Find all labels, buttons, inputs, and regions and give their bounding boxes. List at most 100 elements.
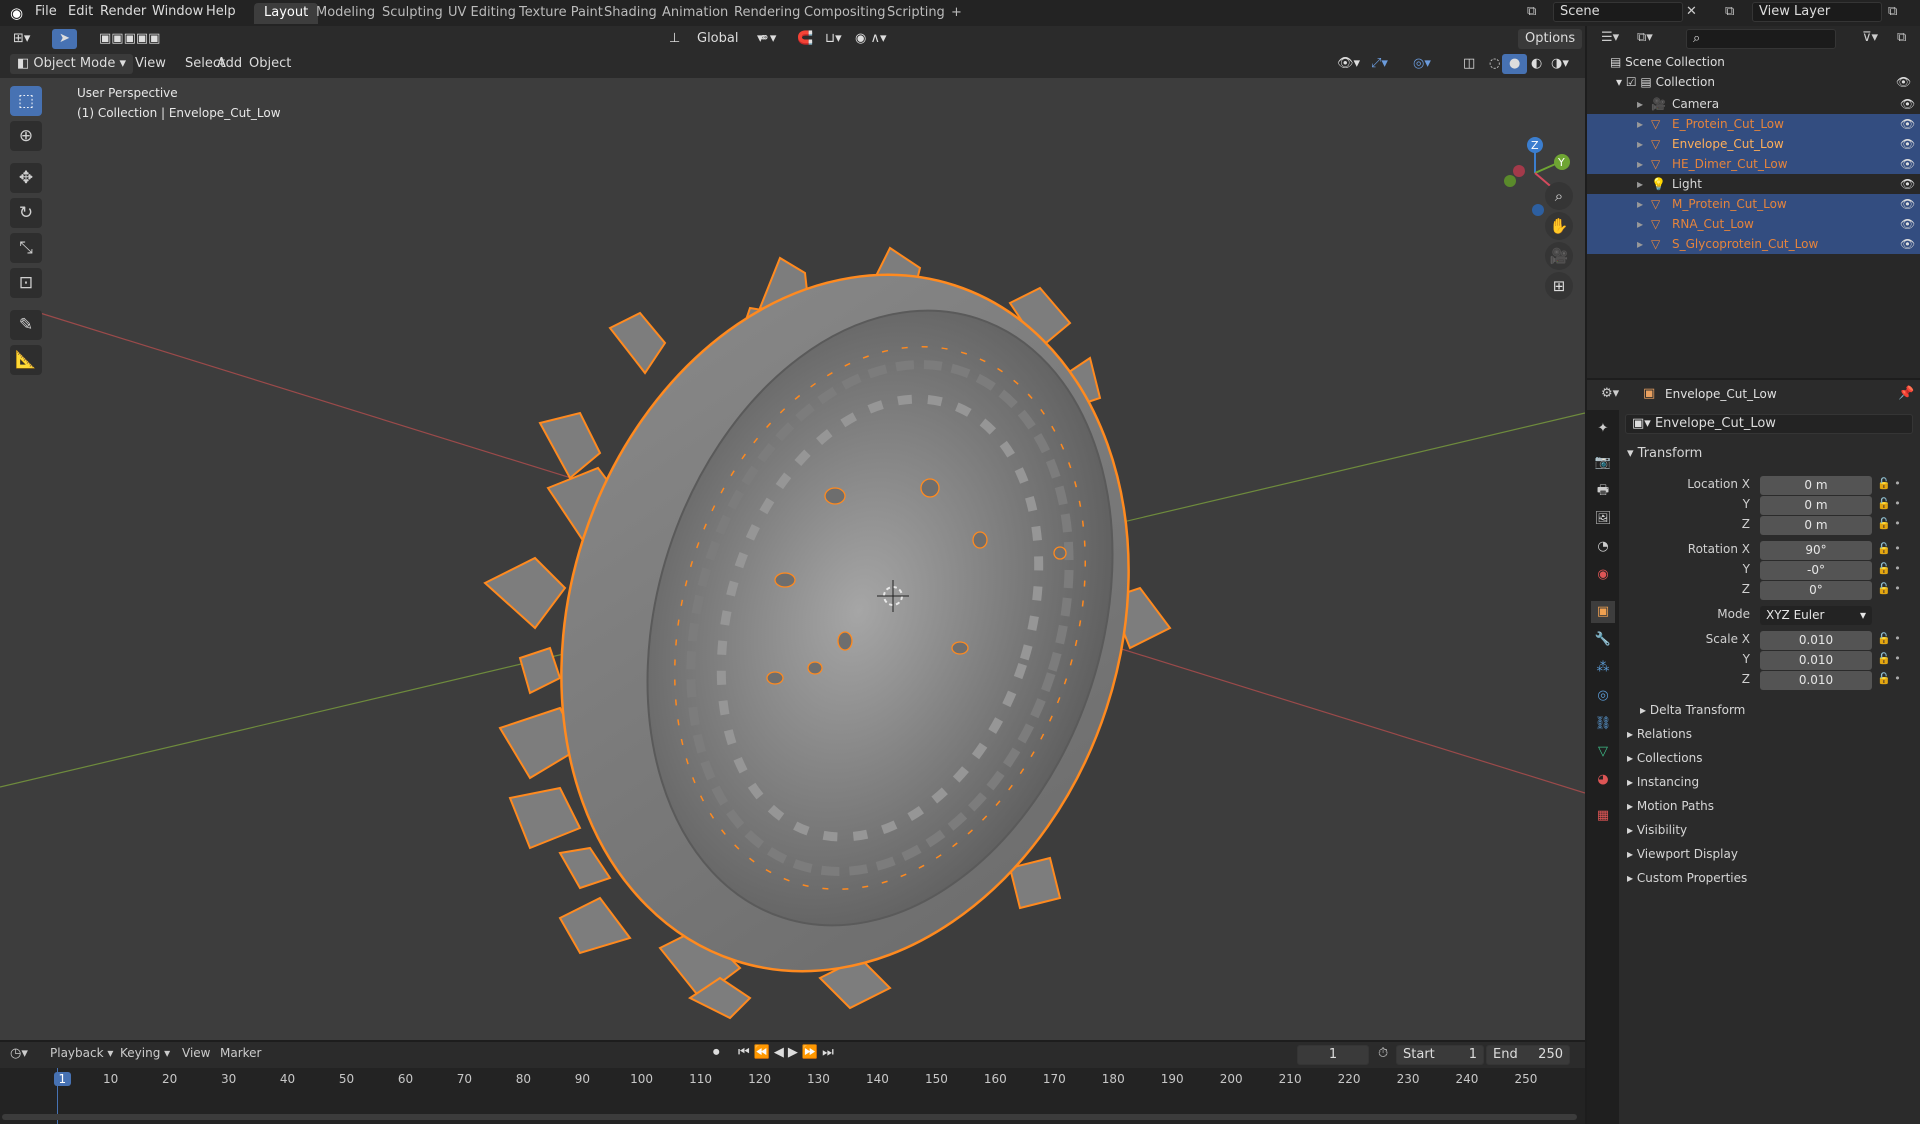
scene-canvas[interactable]: Z Y X: [0, 78, 1585, 1040]
location-x-field[interactable]: 0 m: [1760, 476, 1872, 495]
tab-render-icon[interactable]: 📷: [1591, 452, 1615, 474]
menu-help[interactable]: Help: [206, 4, 236, 19]
scene-field[interactable]: Scene: [1553, 2, 1683, 22]
outliner-row[interactable]: ▸ ▽ HE_Dimer_Cut_Low 👁: [1587, 154, 1920, 174]
preview-range-icon[interactable]: ⏱: [1378, 1046, 1388, 1061]
rotation-mode-dropdown[interactable]: XYZ Euler ▾: [1760, 606, 1872, 625]
menu-window[interactable]: Window: [152, 4, 203, 19]
expand-arrow-icon[interactable]: ▸: [1637, 137, 1643, 151]
lock-icon[interactable]: 🔓 •: [1877, 672, 1901, 685]
menu-edit[interactable]: Edit: [68, 4, 93, 19]
properties-editor-icon[interactable]: ⚙▾: [1601, 386, 1619, 401]
outliner-row[interactable]: ▸ ▽ RNA_Cut_Low 👁: [1587, 214, 1920, 234]
scale-z-field[interactable]: 0.010: [1760, 671, 1872, 690]
rotation-x-field[interactable]: 90°: [1760, 541, 1872, 560]
tool-measure-icon[interactable]: 📐: [10, 345, 42, 375]
menu-object[interactable]: Object: [242, 54, 298, 74]
tool-annotate-icon[interactable]: ✎: [10, 310, 42, 340]
visibility-eye-icon[interactable]: 👁: [1900, 237, 1915, 251]
display-mode-icon[interactable]: ⧉▾: [1637, 30, 1653, 45]
menu-file[interactable]: File: [35, 4, 57, 19]
lock-icon[interactable]: 🔓 •: [1877, 477, 1901, 490]
camera-view-icon[interactable]: 🎥: [1545, 242, 1573, 270]
rotation-y-field[interactable]: -0°: [1760, 561, 1872, 580]
outliner-row[interactable]: ▸ ▽ Envelope_Cut_Low 👁: [1587, 134, 1920, 154]
menu-view[interactable]: View: [128, 54, 173, 74]
expand-arrow-icon[interactable]: ▸: [1637, 157, 1643, 171]
tab-texture-icon[interactable]: ▦: [1591, 805, 1615, 827]
start-frame-field[interactable]: Start 1: [1396, 1045, 1484, 1065]
location-y-field[interactable]: 0 m: [1760, 496, 1872, 515]
property-panel-header[interactable]: ▸ Visibility: [1627, 823, 1687, 837]
pan-hand-icon[interactable]: ✋: [1545, 212, 1573, 240]
options-dropdown[interactable]: Options: [1518, 29, 1583, 49]
snap-icon[interactable]: 🧲: [790, 29, 820, 49]
menu-timeline-view[interactable]: View: [182, 1046, 210, 1060]
timeline-scrollbar[interactable]: [2, 1114, 1577, 1120]
tool-scale-icon[interactable]: ⤡: [10, 233, 42, 263]
tool-move-icon[interactable]: ✥: [10, 163, 42, 193]
orientation-icon[interactable]: ⊥: [662, 29, 687, 49]
lock-icon[interactable]: 🔓 •: [1877, 562, 1901, 575]
tab-tool-icon[interactable]: ✦: [1591, 418, 1615, 440]
mode-dropdown[interactable]: ◧ Object Mode ▾: [10, 54, 133, 74]
view-layer-browse-icon[interactable]: ⧉: [1725, 4, 1734, 19]
outliner-row[interactable]: ▸ 💡 Light 👁: [1587, 174, 1920, 194]
visibility-eye-icon[interactable]: 👁: [1900, 177, 1915, 191]
expand-arrow-icon[interactable]: ▸: [1637, 97, 1643, 111]
property-panel-header[interactable]: ▸ Viewport Display: [1627, 847, 1738, 861]
tool-select-box-icon[interactable]: ⬚: [10, 86, 42, 116]
scene-close-icon[interactable]: ✕: [1686, 4, 1697, 19]
view-layer-new-icon[interactable]: ⧉: [1888, 4, 1897, 19]
tab-constraints-icon[interactable]: ⛓: [1591, 713, 1615, 735]
playback-controls-icon[interactable]: ⏮⏪◀▶⏩⏭: [738, 1045, 838, 1060]
xray-icon[interactable]: ◫: [1456, 54, 1482, 74]
visibility-eye-icon[interactable]: 👁: [1900, 157, 1915, 171]
lock-icon[interactable]: 🔓 •: [1877, 497, 1901, 510]
visibility-eye-icon[interactable]: 👁: [1900, 137, 1915, 151]
pivot-point-icon[interactable]: ⚭▾: [752, 29, 783, 49]
orientation-dropdown[interactable]: Global: [690, 29, 745, 49]
collection-row[interactable]: ▾ ☑ ▤ Collection: [1616, 75, 1715, 89]
visibility-icon[interactable]: 👁▾: [1330, 54, 1367, 74]
proportional-edit-icon[interactable]: ◉ ∧▾: [848, 29, 894, 49]
rotation-z-field[interactable]: 0°: [1760, 581, 1872, 600]
pin-icon[interactable]: 📌: [1898, 386, 1914, 401]
property-panel-header[interactable]: ▸ Instancing: [1627, 775, 1699, 789]
selection-mode-icons[interactable]: ▣▣▣▣▣: [92, 29, 167, 49]
scale-x-field[interactable]: 0.010: [1760, 631, 1872, 650]
tab-physics-icon[interactable]: ◎: [1591, 685, 1615, 707]
expand-arrow-icon[interactable]: ▸: [1637, 197, 1643, 211]
current-frame-field[interactable]: 1: [1297, 1045, 1369, 1065]
expand-arrow-icon[interactable]: ▸: [1637, 177, 1643, 191]
transform-panel-header[interactable]: ▾ Transform: [1627, 446, 1702, 461]
view-layer-field[interactable]: View Layer: [1752, 2, 1882, 22]
property-panel-header[interactable]: ▸ Motion Paths: [1627, 799, 1714, 813]
tool-rotate-icon[interactable]: ↻: [10, 198, 42, 228]
delta-transform-header[interactable]: ▸ Delta Transform: [1640, 703, 1745, 717]
menu-playback[interactable]: Playback ▾: [50, 1046, 113, 1060]
add-workspace-button[interactable]: +: [941, 3, 972, 24]
gizmo-toggle-icon[interactable]: ⤢▾: [1364, 54, 1395, 74]
tab-data-icon[interactable]: ▽: [1591, 741, 1615, 763]
outliner-row[interactable]: ▸ ▽ M_Protein_Cut_Low 👁: [1587, 194, 1920, 214]
outliner-editor-icon[interactable]: ☰▾: [1601, 30, 1619, 45]
timeline-editor-icon[interactable]: ◷▾: [10, 1046, 28, 1061]
zoom-icon[interactable]: ⌕: [1545, 182, 1573, 210]
lock-icon[interactable]: 🔓 •: [1877, 582, 1901, 595]
visibility-eye-icon[interactable]: 👁: [1900, 197, 1915, 211]
select-tool-icon[interactable]: ➤: [52, 29, 77, 49]
property-panel-header[interactable]: ▸ Collections: [1627, 751, 1702, 765]
current-frame-marker[interactable]: 1: [53, 1072, 72, 1086]
shading-rendered-icon[interactable]: ◑▾: [1544, 54, 1576, 74]
overlay-toggle-icon[interactable]: ◎▾: [1406, 54, 1438, 74]
new-collection-icon[interactable]: ⧉: [1897, 30, 1906, 45]
lock-icon[interactable]: 🔓 •: [1877, 632, 1901, 645]
location-z-field[interactable]: 0 m: [1760, 516, 1872, 535]
record-icon[interactable]: ⏺: [713, 1045, 720, 1060]
outliner-row[interactable]: ▸ 🎥 Camera 👁: [1587, 94, 1920, 114]
scale-y-field[interactable]: 0.010: [1760, 651, 1872, 670]
outliner-row[interactable]: ▸ ▽ S_Glycoprotein_Cut_Low 👁: [1587, 234, 1920, 254]
expand-arrow-icon[interactable]: ▸: [1637, 237, 1643, 251]
outliner-search-input[interactable]: ⌕: [1686, 29, 1836, 49]
